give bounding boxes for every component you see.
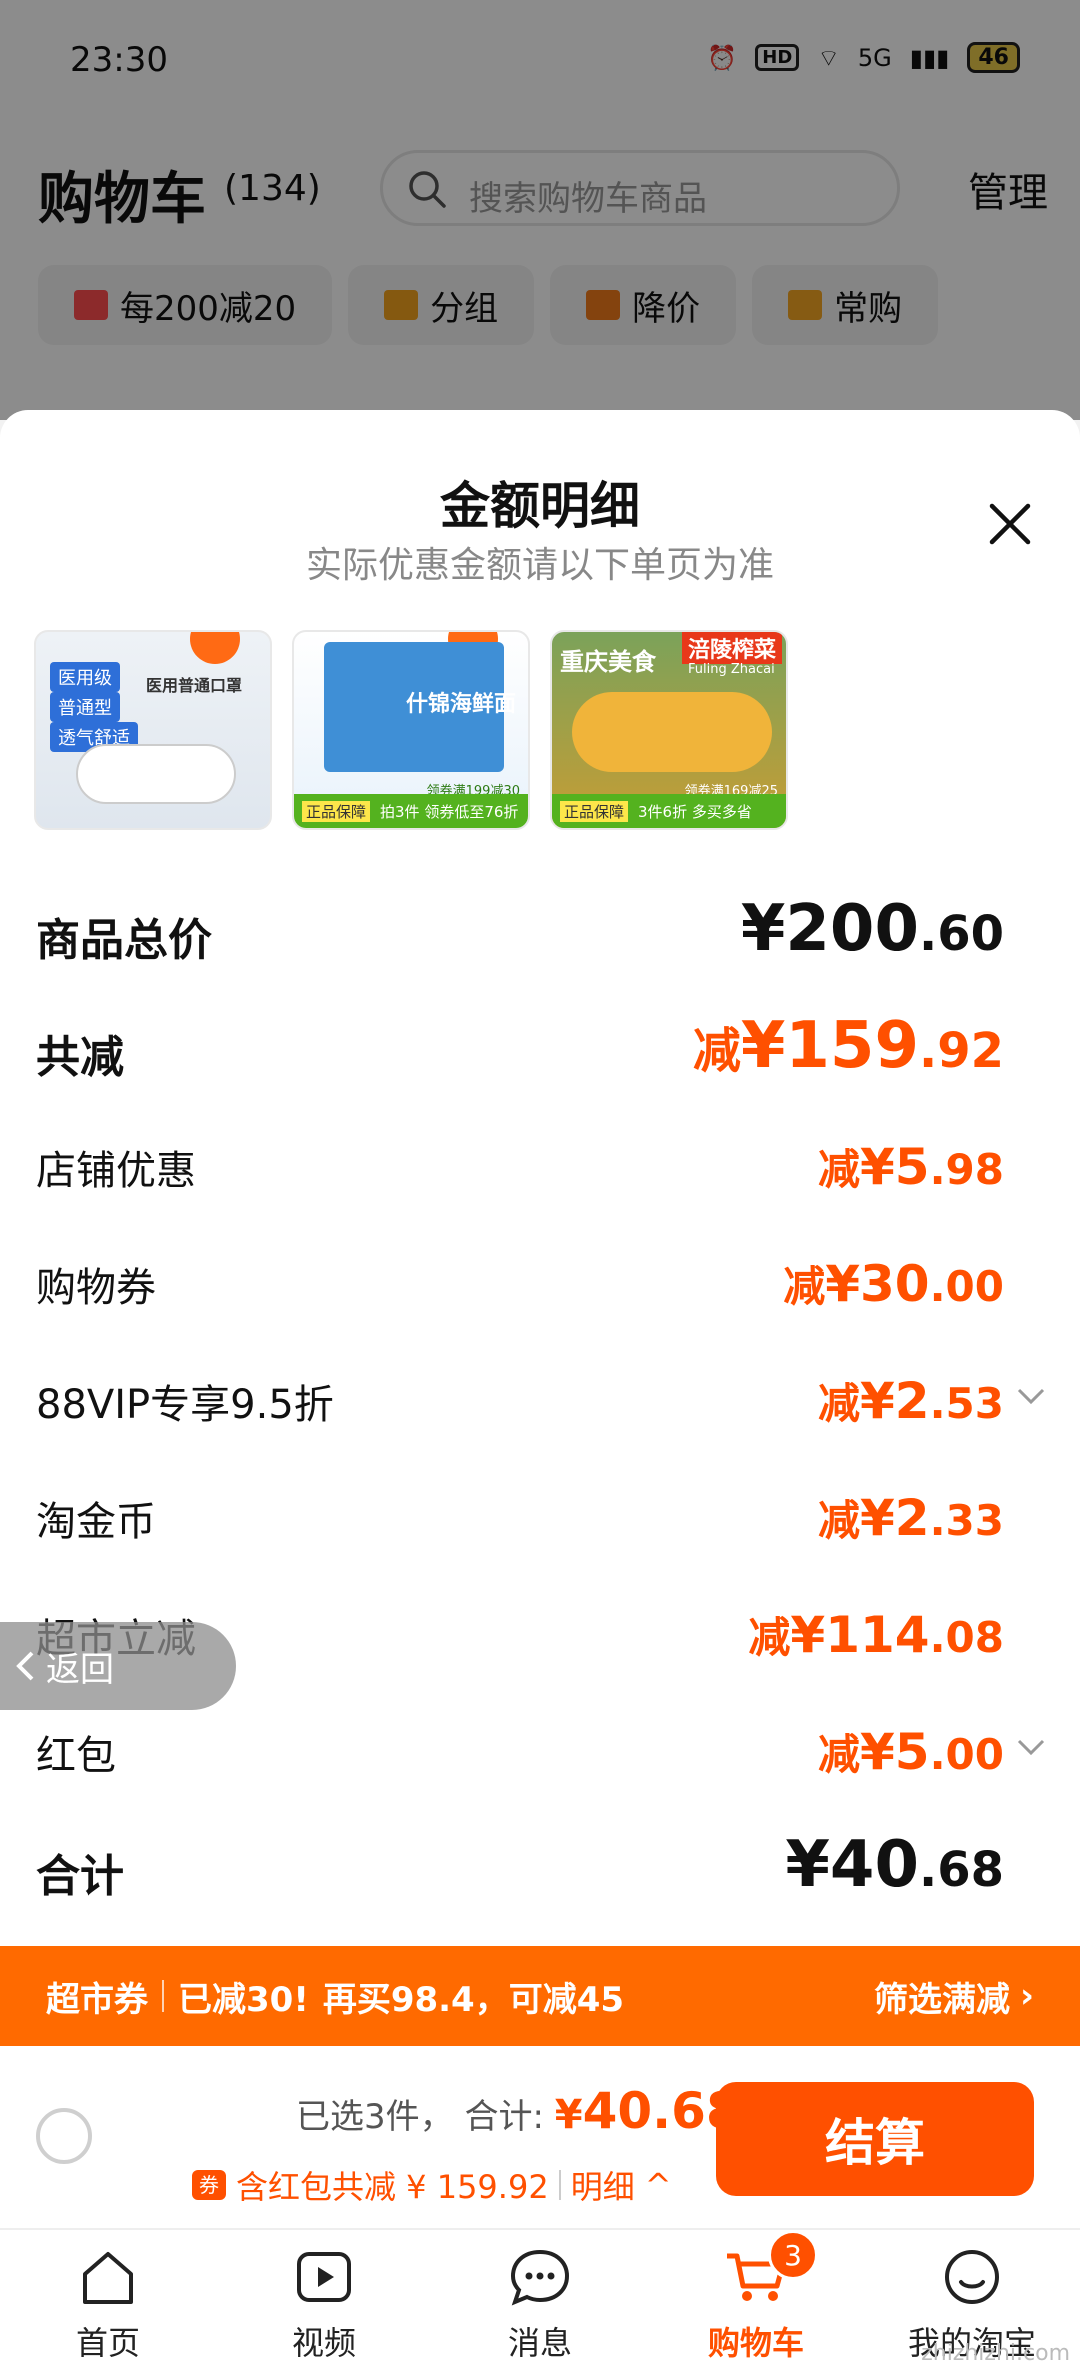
profile-icon: [945, 2250, 999, 2304]
product-name: 什锦海鲜面: [406, 692, 517, 717]
row-taojinbi: 淘金币 减¥2.33: [36, 1465, 1004, 1582]
row-label: 红包: [36, 1733, 116, 1779]
tab-video[interactable]: 视频: [216, 2230, 432, 2376]
chevron-up-icon: ^: [644, 2166, 672, 2204]
row-value: 减¥2.53: [817, 1372, 1004, 1430]
row-label: 共减: [36, 1032, 124, 1083]
tab-label: 首页: [75, 2324, 140, 2362]
cart-badge: 3: [768, 2230, 818, 2280]
tab-label: 购物车: [707, 2324, 804, 2362]
tab-cart[interactable]: 3 购物车: [648, 2230, 864, 2376]
chevron-left-icon: [16, 1651, 34, 1681]
close-icon[interactable]: [980, 494, 1040, 554]
row-value: 减¥5.00: [817, 1723, 1004, 1781]
message-icon: [510, 2249, 570, 2306]
row-value: ¥200.60: [740, 892, 1004, 966]
back-button[interactable]: 返回: [0, 1622, 236, 1710]
total-label: 合计:: [464, 2097, 544, 2137]
promo-tag: 超市券: [46, 1979, 148, 2020]
promo-hint: 再买98.4，可减45: [322, 1979, 625, 2020]
row-total-discount: 共减 减¥159.92: [36, 997, 1004, 1114]
row-label: 88VIP专享9.5折: [36, 1382, 334, 1428]
product-tag: 普通型: [50, 692, 120, 722]
tab-label: 视频: [291, 2324, 356, 2362]
row-label: 购物券: [36, 1265, 156, 1311]
guarantee-label: 正品保障: [560, 800, 629, 822]
tab-label: 消息: [507, 2324, 572, 2362]
checkout-bar: 已选3件， 合计: ¥40.68 券 含红包共减 ¥ 159.92 明细 ^ 结…: [0, 2046, 1080, 2228]
savings-text: 含红包共减 ¥ 159.92: [236, 2168, 549, 2206]
selected-count: 已选3件，: [296, 2097, 454, 2137]
product-footer: 正品保障 拍3件 领券低至76折: [294, 794, 528, 828]
product-name: 医用普通口罩: [146, 676, 243, 695]
row-red-packet[interactable]: 红包 减¥5.00: [36, 1699, 1045, 1816]
detail-label: 明细: [570, 2168, 635, 2206]
selected-badge-icon: [190, 632, 240, 664]
video-icon: [297, 2252, 351, 2302]
back-label: 返回: [46, 1649, 114, 1690]
product-subtitle: Fuling Zhacai: [688, 662, 775, 677]
coupon-icon: 券: [192, 2170, 226, 2200]
product-thumbnail[interactable]: 医用级 普通型 透气舒适 医用普通口罩: [34, 630, 272, 830]
checkout-button[interactable]: 结算: [716, 2082, 1034, 2196]
promo-footer: 3件6折 多买多省: [638, 802, 752, 821]
row-value: 减¥30.00: [783, 1255, 1004, 1313]
mask-image: [76, 744, 236, 804]
watermark: zhizhizhi.com: [921, 2341, 1070, 2366]
row-subtotal: 商品总价 ¥200.60: [36, 880, 1004, 997]
chevron-down-icon[interactable]: [1016, 1737, 1046, 1757]
chevron-down-icon[interactable]: [1016, 1386, 1046, 1406]
amount-rows: 商品总价 ¥200.60 共减 减¥159.92 店铺优惠 减¥5.98 购物券…: [36, 880, 1045, 1933]
modal-overlay[interactable]: [0, 0, 1080, 420]
promo-footer: 拍3件 领券低至76折: [380, 802, 519, 821]
guarantee-label: 正品保障: [302, 800, 371, 822]
total-price: ¥40.68: [554, 2082, 741, 2140]
savings-detail-link[interactable]: 券 含红包共减 ¥ 159.92 明细 ^: [192, 2162, 672, 2208]
amount-detail-sheet: 金额明细 实际优惠金额请以下单页为准 医用级 普通型 透气舒适 医用普通口罩 什…: [0, 410, 1080, 1966]
row-88vip[interactable]: 88VIP专享9.5折 减¥2.53: [36, 1348, 1045, 1465]
sheet-subtitle: 实际优惠金额请以下单页为准: [305, 545, 774, 586]
row-total: 合计 ¥40.68: [36, 1816, 1004, 1933]
row-value: 减¥159.92: [692, 1009, 1004, 1083]
row-store-discount: 店铺优惠 减¥5.98: [36, 1114, 1004, 1231]
divider: [162, 1980, 164, 2012]
row-label: 合计: [36, 1851, 124, 1902]
row-label: 店铺优惠: [36, 1148, 196, 1194]
tab-home[interactable]: 首页: [0, 2230, 216, 2376]
row-shopping-coupon: 购物券 减¥30.00: [36, 1231, 1004, 1348]
row-value: 减¥2.33: [817, 1489, 1004, 1547]
bottom-tab-bar: 首页 视频 消息 3 购物车 我的淘宝 zhizhizhi.com: [0, 2228, 1080, 2376]
order-summary: 已选3件， 合计: ¥40.68: [296, 2082, 741, 2140]
zhacai-image: [572, 692, 772, 772]
product-thumbnails: 医用级 普通型 透气舒适 医用普通口罩 什锦海鲜面 领券满199减30 正品保障…: [34, 630, 788, 830]
home-icon: [83, 2252, 133, 2304]
supermarket-coupon-bar[interactable]: 超市券 已减30! 再买98.4，可减45 筛选满减 ›: [0, 1946, 1080, 2046]
select-all-checkbox[interactable]: [36, 2108, 92, 2164]
product-footer: 正品保障 3件6折 多买多省: [552, 794, 786, 828]
chevron-right-icon: ›: [1019, 1976, 1034, 2016]
tab-messages[interactable]: 消息: [432, 2230, 648, 2376]
promo-applied: 已减30!: [178, 1979, 309, 2020]
sheet-title: 金额明细: [440, 477, 640, 535]
filter-discount-link[interactable]: 筛选满减 ›: [874, 1972, 1034, 2021]
product-name: 重庆美食: [560, 648, 656, 676]
product-tag: 医用级: [50, 662, 120, 692]
promo-info: 超市券 已减30! 再买98.4，可减45: [46, 1972, 874, 2021]
row-label: 淘金币: [36, 1499, 156, 1545]
row-value: ¥40.68: [785, 1828, 1004, 1902]
product-brand: 涪陵榨菜: [682, 632, 783, 664]
product-thumbnail[interactable]: 什锦海鲜面 领券满199减30 正品保障 拍3件 领券低至76折: [292, 630, 530, 830]
row-value: 减¥114.08: [748, 1606, 1004, 1664]
row-label: 商品总价: [36, 915, 212, 966]
row-value: 减¥5.98: [817, 1138, 1004, 1196]
filter-discount-label: 筛选满减: [873, 1979, 1010, 2020]
divider: [558, 2170, 561, 2200]
product-thumbnail[interactable]: 重庆美食 涪陵榨菜 Fuling Zhacai 领券满169减25 正品保障 3…: [550, 630, 788, 830]
